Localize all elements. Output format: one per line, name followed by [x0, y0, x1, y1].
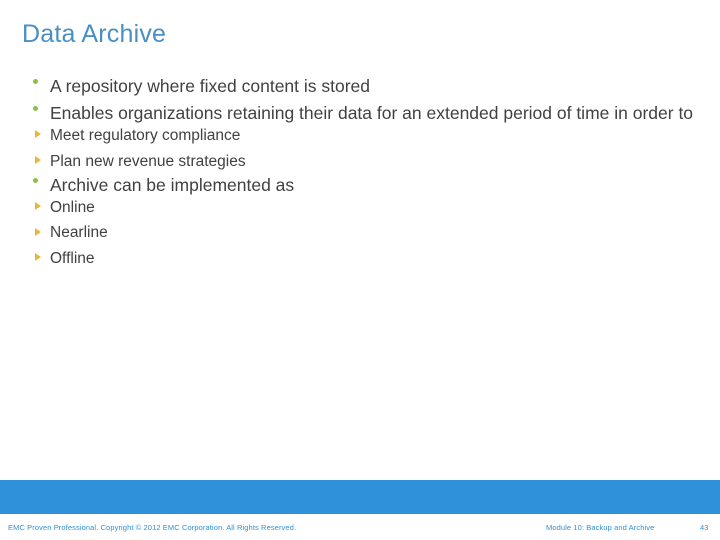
- sub-bullet-item-offline: Offline: [22, 248, 702, 270]
- footer-accent-band: [0, 480, 720, 514]
- sub-bullet-item-nearline-label: Nearline: [50, 224, 108, 242]
- amber-triangle-bullet-icon: [35, 253, 41, 262]
- footer-copyright: EMC Proven Professional. Copyright © 201…: [8, 523, 297, 532]
- amber-triangle-bullet-icon: [35, 156, 41, 165]
- bullet-list-level2-implementation: Online Nearline Offline: [22, 197, 702, 270]
- amber-triangle-bullet-icon: [35, 130, 41, 139]
- sub-bullet-item-revenue-strategies: Plan new revenue strategies: [22, 151, 702, 173]
- green-dot-bullet-icon: [33, 177, 38, 183]
- footer-page-number: 43: [700, 523, 709, 532]
- sub-bullet-item-nearline: Nearline: [22, 222, 702, 244]
- bullet-item-enables-retention: Enables organizations retaining their da…: [22, 101, 702, 125]
- bullet-item-archive-implementation-label: Archive can be implemented as: [50, 174, 295, 195]
- green-dot-bullet-icon: [33, 106, 38, 112]
- amber-triangle-bullet-icon: [35, 227, 41, 236]
- sub-bullet-item-revenue-strategies-label: Plan new revenue strategies: [50, 152, 246, 170]
- slide-body: A repository where fixed content is stor…: [22, 74, 702, 270]
- footer-module-label: Module 10: Backup and Archive: [546, 523, 655, 532]
- sub-bullet-item-offline-label: Offline: [50, 250, 95, 268]
- sub-bullet-item-online: Online: [22, 197, 702, 219]
- bullet-list-level1: A repository where fixed content is stor…: [22, 74, 702, 125]
- bullet-item-repository-label: A repository where fixed content is stor…: [50, 76, 371, 96]
- slide-canvas: Data Archive A repository where fixed co…: [0, 0, 720, 540]
- amber-triangle-bullet-icon: [35, 201, 41, 210]
- sub-bullet-item-online-label: Online: [50, 198, 95, 216]
- bullet-item-archive-implementation: Archive can be implemented as: [22, 173, 702, 197]
- green-dot-bullet-icon: [33, 79, 38, 85]
- sub-bullet-item-regulatory-compliance-label: Meet regulatory compliance: [50, 127, 241, 145]
- bullet-list-level2-retention: Meet regulatory compliance Plan new reve…: [22, 125, 702, 172]
- bullet-list-level1-implementation: Archive can be implemented as: [22, 173, 702, 197]
- bullet-item-enables-retention-label: Enables organizations retaining their da…: [50, 103, 694, 124]
- page-title: Data Archive: [22, 20, 167, 48]
- bullet-item-repository: A repository where fixed content is stor…: [22, 74, 702, 98]
- sub-bullet-item-regulatory-compliance: Meet regulatory compliance: [22, 125, 702, 147]
